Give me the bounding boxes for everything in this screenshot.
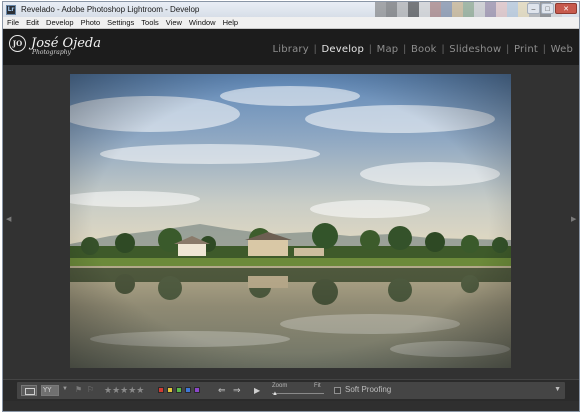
preview-swatch [397, 2, 408, 17]
preview-swatch [463, 2, 474, 17]
maximize-button[interactable]: □ [541, 3, 554, 14]
photo-vignette [70, 74, 511, 368]
preview-swatch [430, 2, 441, 17]
flag-reject-icon[interactable]: ⚐ [87, 386, 94, 394]
color-label-set [158, 387, 200, 393]
toolbar-panel: YY ▼ ⚑ ⚐ ★★★★★ ⇐ ⇒ ▶ Zoom Fit ▲ Soft Pro… [17, 382, 565, 399]
preview-swatch [386, 2, 397, 17]
window-controls: – □ ✕ [527, 3, 577, 14]
menu-settings[interactable]: Settings [107, 18, 134, 27]
next-photo-icon[interactable]: ⇒ [233, 385, 241, 396]
zoom-label: Zoom [272, 383, 288, 389]
window-title: Revelado - Adobe Photoshop Lightroom - D… [21, 5, 200, 14]
menu-window[interactable]: Window [189, 18, 216, 27]
module-divider: | [369, 44, 372, 55]
soft-proofing-checkbox[interactable] [334, 387, 341, 394]
module-divider: | [403, 44, 406, 55]
color-label-chip[interactable] [194, 387, 200, 393]
menu-help[interactable]: Help [223, 18, 238, 27]
view-options-caret-icon[interactable]: ▼ [62, 386, 68, 392]
module-library[interactable]: Library [272, 44, 308, 55]
menu-photo[interactable]: Photo [81, 18, 101, 27]
photo-canvas [70, 74, 511, 368]
logo-mark-icon: JO [9, 35, 26, 52]
module-divider: | [506, 44, 509, 55]
identity-plate-bar: JO José Ojeda Photography Library | Deve… [3, 29, 579, 65]
soft-proofing-label: Soft Proofing [345, 385, 392, 394]
menu-view[interactable]: View [166, 18, 182, 27]
zoom-slider[interactable] [272, 393, 324, 394]
filmstrip-edge [3, 401, 579, 411]
before-after-label: YY [43, 386, 52, 394]
module-picker: Library | Develop | Map | Book | Slidesh… [272, 44, 573, 55]
color-label-chip[interactable] [185, 387, 191, 393]
module-develop[interactable]: Develop [321, 44, 364, 55]
app-window: Lr Revelado - Adobe Photoshop Lightroom … [2, 1, 580, 412]
slideshow-play-icon[interactable]: ▶ [254, 386, 260, 395]
preview-swatch [474, 2, 485, 17]
preview-swatch [452, 2, 463, 17]
develop-toolbar: YY ▼ ⚑ ⚐ ★★★★★ ⇐ ⇒ ▶ Zoom Fit ▲ Soft Pro… [3, 379, 579, 401]
zoom-fit-label: Fit [314, 383, 321, 389]
toolbar-content-menu-icon[interactable]: ▼ [554, 386, 561, 393]
minimize-button[interactable]: – [527, 3, 540, 14]
close-button[interactable]: ✕ [555, 3, 577, 14]
menu-edit[interactable]: Edit [26, 18, 39, 27]
preview-swatch [507, 2, 518, 17]
image-viewer: ◀ ▶ [3, 65, 579, 379]
identity-plate-tagline: Photography [32, 49, 71, 56]
preview-swatch [496, 2, 507, 17]
preview-swatch [419, 2, 430, 17]
preview-swatch [441, 2, 452, 17]
color-label-chip[interactable] [167, 387, 173, 393]
preview-swatch [485, 2, 496, 17]
flag-pick-icon[interactable]: ⚑ [75, 386, 82, 394]
color-label-chip[interactable] [158, 387, 164, 393]
left-panel-toggle-icon[interactable]: ◀ [6, 215, 11, 225]
module-divider: | [542, 44, 546, 55]
module-divider: | [313, 44, 317, 55]
module-book[interactable]: Book [411, 44, 437, 55]
module-map[interactable]: Map [377, 44, 399, 55]
title-bar[interactable]: Lr Revelado - Adobe Photoshop Lightroom … [3, 2, 579, 17]
previous-photo-icon[interactable]: ⇐ [218, 385, 226, 396]
zoom-slider-thumb-icon[interactable]: ▲ [272, 391, 278, 397]
color-label-chip[interactable] [176, 387, 182, 393]
module-divider: | [441, 44, 445, 55]
landscape-photo[interactable] [70, 74, 511, 368]
lightroom-workspace: JO José Ojeda Photography Library | Deve… [3, 29, 579, 411]
loupe-view-button[interactable] [21, 385, 37, 396]
menu-tools[interactable]: Tools [141, 18, 159, 27]
right-panel-toggle-icon[interactable]: ▶ [571, 215, 576, 225]
menu-bar: File Edit Develop Photo Settings Tools V… [3, 17, 579, 29]
lightroom-icon: Lr [6, 4, 16, 15]
menu-develop[interactable]: Develop [46, 18, 74, 27]
module-slideshow[interactable]: Slideshow [449, 44, 501, 55]
menu-file[interactable]: File [7, 18, 19, 27]
module-web[interactable]: Web [551, 44, 573, 55]
before-after-button[interactable]: YY [41, 385, 59, 396]
preview-swatch [408, 2, 419, 17]
star-rating[interactable]: ★★★★★ [104, 385, 144, 396]
module-print[interactable]: Print [514, 44, 538, 55]
preview-swatch [375, 2, 386, 17]
